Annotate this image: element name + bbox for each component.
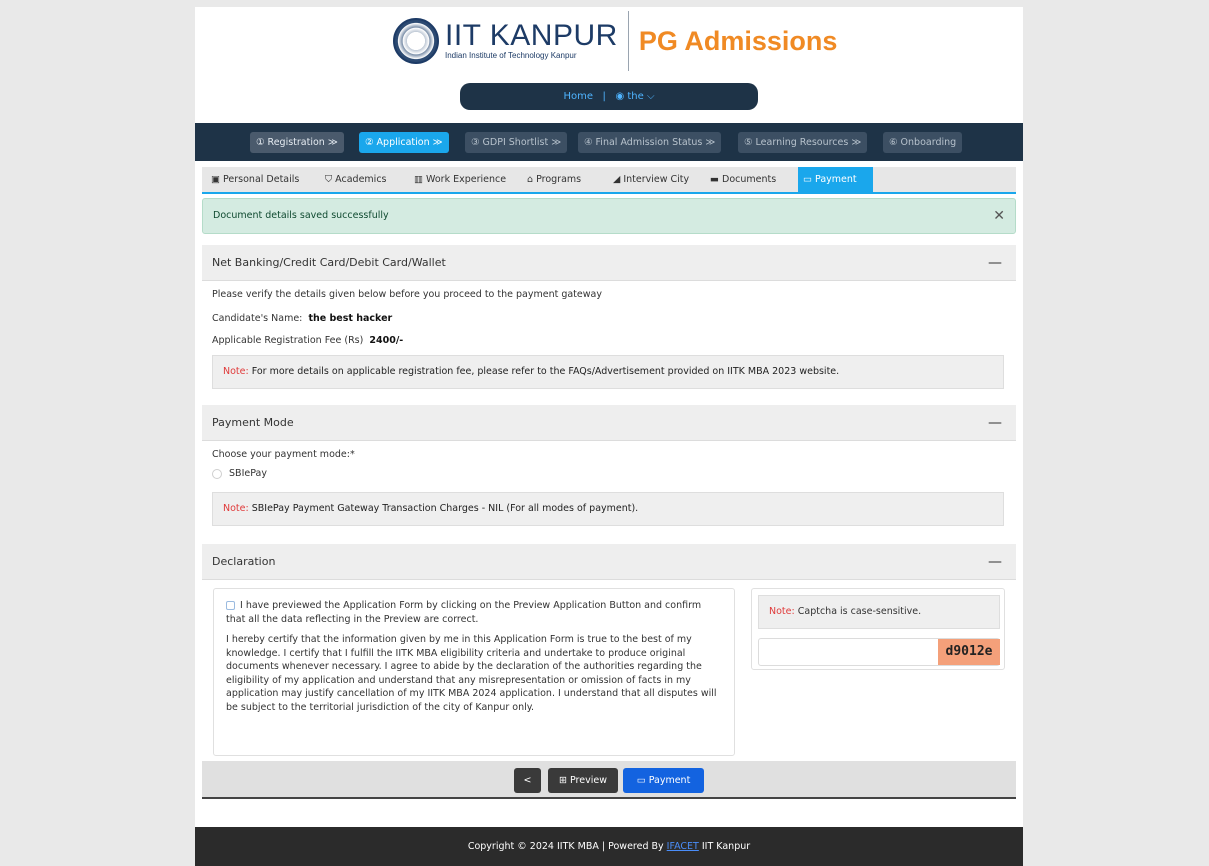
captcha-image: d9012e	[938, 639, 1000, 665]
payment-mode-label: Choose your payment mode:*	[212, 449, 355, 460]
institution-icon: ⌂	[527, 174, 534, 185]
tab-personal-details[interactable]: ▣ Personal Details	[206, 167, 304, 192]
credit-card-icon: ▭	[803, 174, 812, 185]
fee-note: Note: For more details on applicable reg…	[212, 355, 1004, 389]
note-label: Note:	[223, 503, 249, 514]
section-title: Declaration	[212, 555, 276, 568]
form-tabs: ▣ Personal Details ⛉ Academics ▥ Work Ex…	[202, 167, 1016, 194]
logo-title: IIT KANPUR	[445, 19, 618, 52]
candidate-name-row: Candidate's Name: the best hacker	[212, 313, 392, 324]
declaration-checkbox[interactable]	[226, 601, 235, 610]
collapse-icon[interactable]: —	[988, 245, 1002, 281]
page-container: IIT KANPUR Indian Institute of Technolog…	[195, 7, 1023, 866]
site-footer: Copyright © 2024 IITK MBA | Powered By I…	[195, 827, 1023, 866]
tab-interview-city[interactable]: ◢ Interview City	[608, 167, 694, 192]
note-text: For more details on applicable registrat…	[251, 366, 840, 377]
top-nav-bar: Home | ◉ the ⌵	[460, 83, 758, 110]
site-logo[interactable]: IIT KANPUR Indian Institute of Technolog…	[393, 11, 837, 71]
step-final-admission-status[interactable]: ④ Final Admission Status ≫	[578, 132, 722, 153]
preview-button[interactable]: ⊞ Preview	[548, 768, 618, 793]
footer-copyright: Copyright © 2024 IITK MBA | Powered By	[467, 841, 664, 852]
tab-work-experience[interactable]: ▥ Work Experience	[409, 167, 511, 192]
preview-icon: ⊞	[559, 775, 567, 786]
payment-button[interactable]: ▭ Payment	[623, 768, 704, 793]
chevron-down-icon: ⌵	[646, 91, 655, 102]
captcha-panel: Note: Captcha is case-sensitive. d9012e	[751, 588, 1005, 670]
collapse-icon[interactable]: —	[988, 544, 1002, 580]
alert-message: Document details saved successfully	[213, 210, 389, 221]
tab-programs[interactable]: ⌂ Programs	[522, 167, 586, 192]
footer-institute: IIT Kanpur	[701, 841, 751, 852]
building-icon: ▥	[414, 174, 423, 185]
note-label: Note:	[769, 606, 795, 617]
note-text: SBIePay Payment Gateway Transaction Char…	[251, 503, 639, 514]
registration-fee-row: Applicable Registration Fee (Rs) 2400/-	[212, 335, 403, 346]
captcha-note: Note: Captcha is case-sensitive.	[758, 595, 1000, 629]
section-body-payment-gateway: Please verify the details given below be…	[202, 281, 1016, 405]
section-title: Payment Mode	[212, 416, 294, 429]
section-title: Net Banking/Credit Card/Debit Card/Walle…	[212, 256, 446, 269]
declaration-confirm-row: I have previewed the Application Form by…	[226, 599, 722, 626]
verify-instruction: Please verify the details given below be…	[212, 289, 602, 300]
logo-subtitle: Indian Institute of Technology Kanpur	[445, 51, 577, 60]
registration-fee-label: Applicable Registration Fee (Rs)	[212, 335, 364, 346]
tab-academics[interactable]: ⛉ Academics	[320, 167, 392, 192]
sbiepay-label: SBIePay	[229, 468, 267, 479]
credit-card-icon: ▭	[636, 775, 646, 786]
declaration-para-1: I have previewed the Application Form by…	[226, 600, 702, 625]
graduation-cap-icon: ⛉	[325, 174, 333, 185]
id-card-icon: ▣	[211, 174, 220, 185]
section-body-declaration: I have previewed the Application Form by…	[202, 580, 1016, 761]
section-body-payment-mode: Choose your payment mode:* SBIePay Note:…	[202, 441, 1016, 544]
candidate-name-label: Candidate's Name:	[212, 313, 303, 324]
tab-payment[interactable]: ▭ Payment	[798, 167, 873, 192]
user-name: the	[627, 91, 644, 102]
tab-documents[interactable]: ▬ Documents	[705, 167, 781, 192]
logo-divider	[627, 11, 629, 71]
section-header-payment-mode[interactable]: Payment Mode —	[202, 405, 1016, 441]
step-registration[interactable]: ① Registration ≫	[250, 132, 344, 153]
declaration-box: I have previewed the Application Form by…	[213, 588, 735, 756]
step-application[interactable]: ② Application ≫	[359, 132, 449, 153]
form-action-bar: < ⊞ Preview ▭ Payment	[202, 761, 1016, 799]
section-header-payment-gateway[interactable]: Net Banking/Credit Card/Debit Card/Walle…	[202, 245, 1016, 281]
nav-home-link[interactable]: Home	[563, 91, 593, 102]
step-gdpi-shortlist[interactable]: ③ GDPI Shortlist ≫	[465, 132, 568, 153]
user-menu[interactable]: ◉ the ⌵	[615, 91, 654, 102]
back-button[interactable]: <	[514, 768, 541, 793]
candidate-name-value: the best hacker	[308, 313, 393, 324]
section-header-declaration[interactable]: Declaration —	[202, 544, 1016, 580]
note-text: Captcha is case-sensitive.	[797, 606, 922, 617]
progress-stepper: ① Registration ≫ ② Application ≫ ③ GDPI …	[195, 123, 1023, 161]
step-learning-resources[interactable]: ⑤ Learning Resources ≫	[738, 132, 868, 153]
gateway-charges-note: Note: SBIePay Payment Gateway Transactio…	[212, 492, 1004, 526]
step-onboarding[interactable]: ⑥ Onboarding	[883, 132, 963, 153]
collapse-icon[interactable]: —	[988, 405, 1002, 441]
user-circle-icon: ◉	[615, 91, 625, 102]
sbiepay-radio[interactable]	[212, 468, 222, 479]
registration-fee-value: 2400/-	[369, 335, 404, 346]
site-header: IIT KANPUR Indian Institute of Technolog…	[195, 7, 1023, 122]
footer-ifacet-link[interactable]: IFACET	[667, 841, 699, 852]
declaration-para-2: I hereby certify that the information gi…	[226, 634, 717, 713]
note-label: Note:	[223, 366, 249, 377]
folder-icon: ▬	[710, 174, 719, 185]
payment-option-sbiepay[interactable]: SBIePay	[212, 468, 267, 479]
iitk-seal-icon	[393, 18, 439, 64]
portal-title: PG Admissions	[638, 25, 838, 56]
success-alert: Document details saved successfully ✕	[202, 198, 1016, 234]
city-icon: ◢	[613, 174, 621, 185]
close-icon[interactable]: ✕	[993, 199, 1005, 233]
